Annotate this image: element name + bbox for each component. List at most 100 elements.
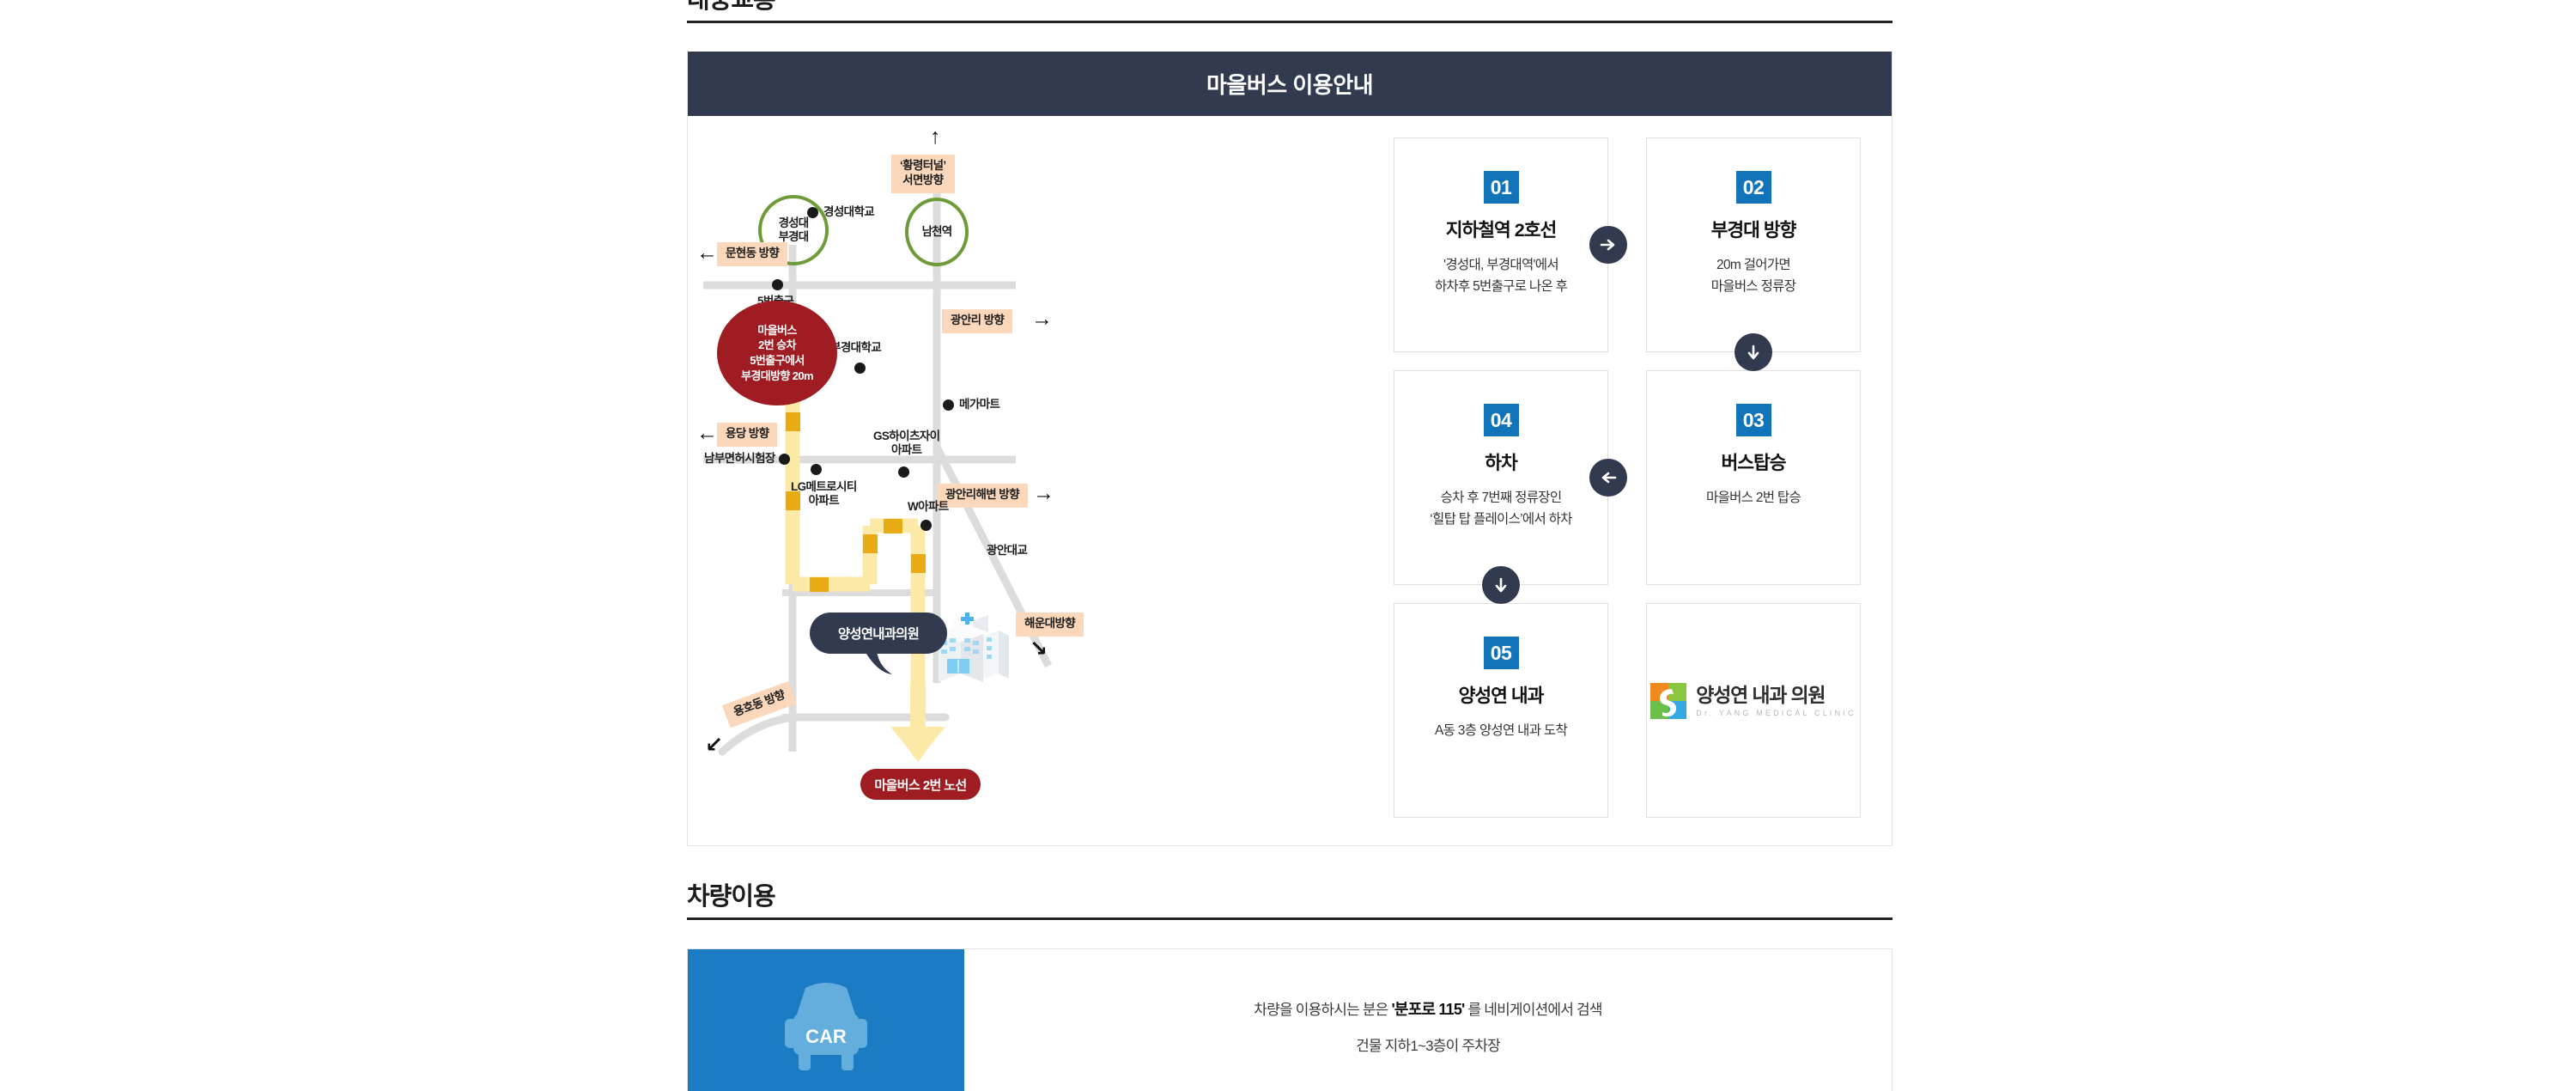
bus-boarding-note: 마을버스 2번 승차 5번출구에서 부경대방향 20m (717, 301, 837, 405)
label-megamart: 메가마트 (959, 398, 1000, 411)
step-desc-02-line2: 마을버스 정류장 (1710, 278, 1796, 294)
arrow-left-munhyeon: ← (696, 241, 718, 265)
step-desc-03: 마을버스 2번 탑승 (1706, 488, 1801, 509)
red-note-line3: 5번출구에서 (750, 354, 805, 367)
car-info-line-2: 건물 지하1~3층이 주차장 (1356, 1037, 1501, 1054)
red-note-line1: 마을버스 (757, 323, 797, 337)
step-desc-03-line1: 마을버스 2번 탑승 (1705, 491, 1801, 505)
dot-pukyong-univ (854, 363, 866, 374)
step-title-05: 양성연 내과 (1458, 686, 1545, 706)
dir-tag-haeundae: 해운대방향 (1016, 613, 1084, 637)
step-badge-02: 02 (1735, 171, 1771, 204)
car-line1-address: '분포로 115' (1391, 1000, 1465, 1018)
arrow-down-icon-2 (1495, 577, 1507, 593)
car-heading-text: 차량이용 (687, 883, 776, 911)
arrow-right-icon (1600, 239, 1615, 251)
dot-megamart (943, 399, 954, 411)
step-desc-05: A동 3층 양성연 내과 도착 (1434, 721, 1568, 742)
car-text-box: 차량을 이용하시는 분은 '분포로 115' 를 네비게이션에서 검색 건물 지… (964, 949, 1892, 1091)
clinic-logo-text: 양성연 내과 의원 Dr. YANG MEDICAL CLINIC (1696, 685, 1856, 716)
step-cards: 01 지하철역 2호선 '경성대, 부경대역'에서 하차후 5번출구로 나온 후… (1375, 116, 1893, 846)
arrow-down-right-haeundae: ↘ (1030, 637, 1048, 661)
step-card-03[interactable]: 03 버스탑승 마을버스 2번 탑승 (1646, 370, 1861, 585)
step-card-04[interactable]: 04 하차 승차 후 7번째 정류장인 ‘힐탑 탑 플레이스’에서 하차 (1394, 370, 1608, 585)
label-nambu-license: 남부면허시험장 (704, 452, 775, 465)
arrow-up-hwangnyeong: ↑ (930, 125, 941, 149)
step-desc-04-line2: ‘힐탑 탑 플레이스’에서 하차 (1430, 511, 1572, 527)
label-w-apt: W아파트 (908, 500, 949, 513)
arrow-down-icon (1747, 344, 1759, 360)
red-note-line4: 부경대방향 20m (740, 369, 814, 382)
step-desc-02: 20m 걸어가면 마을버스 정류장 (1711, 255, 1796, 298)
station-namcheon-label: 남천역 (921, 225, 953, 239)
dir-hwangnyeong-line1: ‘황령터널’ (900, 159, 946, 172)
section-heading-car: 차량이용 (687, 885, 1893, 920)
dot-gs-xi-apt (898, 466, 909, 478)
dir-tag-gwangalli-beach: 광안리해변 방향 (937, 484, 1028, 508)
station-namcheon: 남천역 (905, 198, 969, 266)
label-gwangan-bridge: 광안대교 (987, 544, 1028, 557)
step-desc-04: 승차 후 7번째 정류장인 ‘힐탑 탑 플레이스’에서 하차 (1430, 488, 1572, 531)
step-title-01: 지하철역 2호선 (1445, 220, 1558, 241)
step-title-02: 부경대 방향 (1710, 220, 1797, 241)
arrow-left-yongdang: ← (696, 421, 718, 445)
step-badge-04: 04 (1483, 404, 1519, 436)
dir-tag-munhyeon: 문현동 방향 (717, 242, 788, 266)
step-card-05[interactable]: 05 양성연 내과 A동 3층 양성연 내과 도착 (1394, 603, 1608, 818)
step-badge-03: 03 (1735, 404, 1771, 436)
arrow-left-down-yongho: ↙ (705, 733, 723, 757)
dot-lg-metrocity (811, 464, 822, 475)
step-card-02[interactable]: 02 부경대 방향 20m 걸어가면 마을버스 정류장 (1646, 137, 1861, 352)
car-icon-box: CAR (688, 949, 964, 1091)
bus-route-pill: 마을버스 2번 노선 (860, 769, 981, 800)
arrow-left-icon (1601, 472, 1617, 484)
label-gs-xi-line2: 아파트 (890, 442, 922, 456)
label-lg-metro-line2: 아파트 (808, 493, 840, 507)
clinic-logo: 양성연 내과 의원 Dr. YANG MEDICAL CLINIC (1650, 683, 1856, 719)
clinic-bubble-label: 양성연내과의원 (837, 627, 920, 642)
label-lg-metro-line1: LG메트로시티 (791, 480, 857, 493)
section-heading-transit: 대중교통 (687, 0, 1893, 23)
step-card-01[interactable]: 01 지하철역 2호선 '경성대, 부경대역'에서 하차후 5번출구로 나온 후 (1394, 137, 1608, 352)
directions-page: 대중교통 마을버스 이용안내 경성대 부경대 남천역 ↑ ‘황령터널’ 서면방향… (0, 0, 2576, 1091)
clinic-logo-ko: 양성연 내과 의원 (1696, 684, 1826, 707)
arrow-right-gwangalli-beach: → (1033, 481, 1054, 505)
car-heading-rule (687, 917, 1893, 920)
clinic-logo-en: Dr. YANG MEDICAL CLINIC (1696, 708, 1856, 717)
step-badge-05: 05 (1483, 637, 1519, 669)
transit-heading-rule (687, 21, 1893, 23)
dot-exit5 (772, 279, 783, 290)
connector-arrow-left-1 (1589, 459, 1627, 497)
bus-route-pill-label: 마을버스 2번 노선 (874, 777, 967, 793)
dir-tag-hwangnyeong: ‘황령터널’ 서면방향 (891, 155, 955, 193)
panel-body: 경성대 부경대 남천역 ↑ ‘황령터널’ 서면방향 ← 문현동 방향 광안리 방… (688, 116, 1892, 846)
label-gs-xi-apt: GS하이츠자이 아파트 (873, 430, 940, 457)
dot-w-apt (920, 520, 932, 531)
step-desc-04-line1: 승차 후 7번째 정류장인 (1440, 491, 1562, 505)
arrow-right-gwangalli: → (1031, 307, 1053, 331)
car-icon-label: CAR (805, 1026, 847, 1047)
dot-nambu-license (779, 454, 790, 465)
step-desc-02-line1: 20m 걸어가면 (1716, 258, 1791, 272)
step-desc-05-line1: A동 3층 양성연 내과 도착 (1434, 723, 1568, 738)
label-gs-xi-line1: GS하이츠자이 (873, 430, 940, 442)
station-gyeongseong-line2: 부경대 (778, 230, 810, 243)
step-desc-01: '경성대, 부경대역'에서 하차후 5번출구로 나온 후 (1434, 255, 1568, 298)
label-gyeongseong-univ: 경성대학교 (823, 205, 875, 218)
transit-panel: 마을버스 이용안내 경성대 부경대 남천역 ↑ ‘황령터널’ 서면방향 ← 문현… (687, 52, 1893, 846)
car-line1-post: 를 네비게이션에서 검색 (1464, 1001, 1602, 1018)
clinic-map-marker: 양성연내과의원 (810, 613, 947, 654)
station-gyeongseong-line1: 경성대 (778, 216, 810, 230)
connector-arrow-down-1 (1735, 333, 1772, 371)
step-desc-01-line2: 하차후 5번출구로 나온 후 (1434, 278, 1568, 294)
car-panel: CAR 차량을 이용하시는 분은 '분포로 115' 를 네비게이션에서 검색 … (687, 948, 1893, 1091)
panel-bar-title: 마을버스 이용안내 (688, 52, 1892, 116)
car-icon: CAR (785, 982, 867, 1070)
label-pukyong-univ: 부경대학교 (830, 341, 882, 354)
label-lg-metrocity: LG메트로시티 아파트 (791, 480, 857, 508)
connector-arrow-right-1 (1589, 226, 1627, 264)
step-title-03: 버스탑승 (1721, 453, 1786, 473)
clinic-logo-icon (1650, 683, 1687, 719)
step-badge-01: 01 (1483, 171, 1519, 204)
dir-hwangnyeong-line2: 서면방향 (902, 173, 944, 186)
